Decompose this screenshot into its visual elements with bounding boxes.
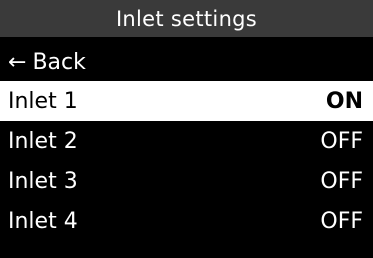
page-title: Inlet settings <box>115 6 258 31</box>
back-label-wrap: ← Back <box>8 50 86 75</box>
menu-item-value: ON <box>325 88 363 114</box>
title-bar: Inlet settings <box>0 0 373 37</box>
inlet-menu: ← Back Inlet 1 ON Inlet 2 OFF Inlet 3 OF… <box>0 43 373 241</box>
menu-item-inlet-4[interactable]: Inlet 4 OFF <box>0 201 373 241</box>
menu-item-label: Inlet 2 <box>8 128 78 154</box>
menu-item-inlet-2[interactable]: Inlet 2 OFF <box>0 121 373 161</box>
menu-item-value: OFF <box>320 168 363 194</box>
menu-item-value: OFF <box>320 208 363 234</box>
menu-item-value: OFF <box>320 128 363 154</box>
menu-item-label: Inlet 3 <box>8 168 78 194</box>
back-label: Back <box>32 49 86 75</box>
menu-item-inlet-1[interactable]: Inlet 1 ON <box>0 81 373 121</box>
menu-item-label: Inlet 1 <box>8 88 78 114</box>
back-arrow-icon: ← <box>8 49 27 75</box>
menu-item-label: Inlet 4 <box>8 208 78 234</box>
menu-item-inlet-3[interactable]: Inlet 3 OFF <box>0 161 373 201</box>
device-screen: Inlet settings ← Back Inlet 1 ON Inlet 2… <box>0 0 373 258</box>
back-button[interactable]: ← Back <box>0 43 373 81</box>
